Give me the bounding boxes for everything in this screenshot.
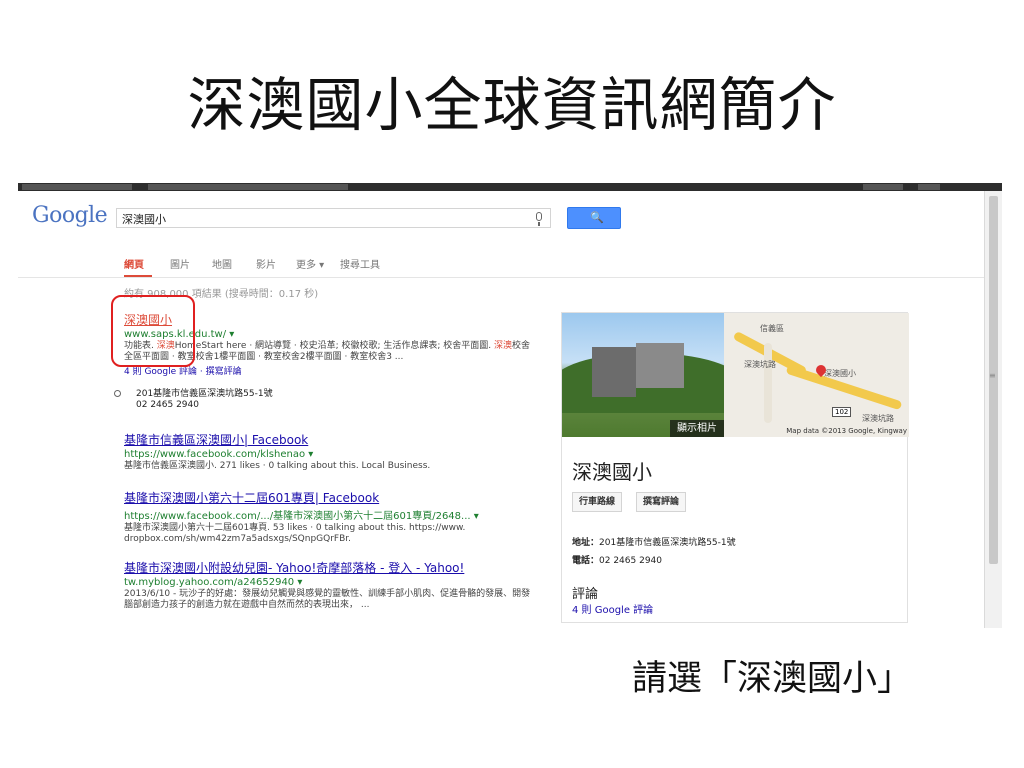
location-phone: 02 2465 2940 <box>136 400 199 410</box>
slide-caption: 請選「深澳國小」 <box>632 659 913 699</box>
location-info: 201基隆市信義區深澳坑路55-1號 02 2465 2940 <box>114 389 273 411</box>
scrollbar-thumb[interactable] <box>989 196 998 564</box>
panel-title: 深澳國小 <box>572 460 652 484</box>
search-button[interactable]: 🔍 <box>567 207 621 229</box>
reviews-heading: 評論 <box>572 587 599 602</box>
school-photo[interactable]: 顯示相片 <box>562 313 724 437</box>
directions-button[interactable]: 行車路線 <box>572 492 623 512</box>
search-result: 基隆市深澳國小附設幼兒園- Yahoo!奇摩部落格 - 登入 - Yahoo! … <box>124 559 534 611</box>
tab-more[interactable]: 更多 ▾ <box>296 256 324 271</box>
result-snippet: 基隆市信義區深澳國小. 271 likes · 0 talking about … <box>124 461 431 471</box>
scrollbar[interactable]: ≡ <box>984 191 1002 628</box>
result-title-link[interactable]: 基隆市深澳國小第六十二屆601專頁| Facebook <box>124 489 534 506</box>
tab-images[interactable]: 圖片 <box>170 256 190 271</box>
result-url[interactable]: https://www.facebook.com/klshenao ▾ <box>124 449 534 460</box>
knowledge-panel: 顯示相片 信義區 深澳坑路 深澳國小 深澳坑路 102 Map data ©20… <box>561 312 909 623</box>
google-top-bar <box>18 183 1002 191</box>
tab-search-tools[interactable]: 搜尋工具 <box>340 256 380 271</box>
write-review-button[interactable]: 撰寫評論 <box>636 492 687 512</box>
search-input[interactable]: 深澳國小 <box>116 208 551 228</box>
google-logo[interactable]: Google <box>32 203 108 228</box>
google-reviews-link[interactable]: 4 則 Google 評論 <box>572 601 653 616</box>
school-map[interactable]: 信義區 深澳坑路 深澳國小 深澳坑路 102 Map data ©2013 Go… <box>724 313 909 437</box>
result-url[interactable]: tw.myblog.yahoo.com/a24652940 ▾ <box>124 577 534 588</box>
search-result: 基隆市深澳國小第六十二屆601專頁| Facebook https://www.… <box>124 489 534 545</box>
location-address: 201基隆市信義區深澳坑路55-1號 <box>136 389 273 399</box>
scroll-marker-icon: ≡ <box>989 371 996 380</box>
tab-maps[interactable]: 地圖 <box>212 256 232 271</box>
map-credit: Map data ©2013 Google, Kingway <box>786 427 907 435</box>
location-pin-icon <box>114 390 121 397</box>
panel-address: 地址：201基隆市信義區深澳坑路55-1號 <box>572 538 736 548</box>
tab-videos[interactable]: 影片 <box>256 256 276 271</box>
slide-title: 深澳國小全球資訊網簡介 <box>187 71 837 139</box>
highlight-annotation-box <box>111 295 195 367</box>
browser-screenshot: Google 深澳國小 🔍 網頁 圖片 地圖 影片 更多 ▾ 搜尋工具 約有 9… <box>18 183 1002 628</box>
active-tab-indicator <box>124 275 152 277</box>
result-snippet: 2013/6/10 - 玩沙子的好處：發展幼兒觸覺與感覺的靈敏性、訓練手部小肌肉… <box>124 589 531 610</box>
search-tabs: 網頁 圖片 地圖 影片 更多 ▾ 搜尋工具 <box>18 245 984 278</box>
result-url[interactable]: https://www.facebook.com/.../基隆市深澳國小第六十二… <box>124 507 534 522</box>
search-result: 基隆市信義區深澳國小| Facebook https://www.faceboo… <box>124 431 534 472</box>
show-photos-button[interactable]: 顯示相片 <box>670 420 724 437</box>
panel-phone: 電話：02 2465 2940 <box>572 556 662 566</box>
result-snippet: 基隆市深澳國小第六十二屆601專頁. 53 likes · 0 talking … <box>124 523 466 544</box>
route-shield: 102 <box>832 407 852 417</box>
result-title-link[interactable]: 基隆市信義區深澳國小| Facebook <box>124 431 534 448</box>
microphone-icon[interactable] <box>536 212 542 226</box>
search-icon: 🔍 <box>590 211 604 224</box>
result-title-link[interactable]: 基隆市深澳國小附設幼兒園- Yahoo!奇摩部落格 - 登入 - Yahoo! <box>124 559 534 576</box>
search-query: 深澳國小 <box>122 213 166 226</box>
tab-web[interactable]: 網頁 <box>124 256 144 271</box>
